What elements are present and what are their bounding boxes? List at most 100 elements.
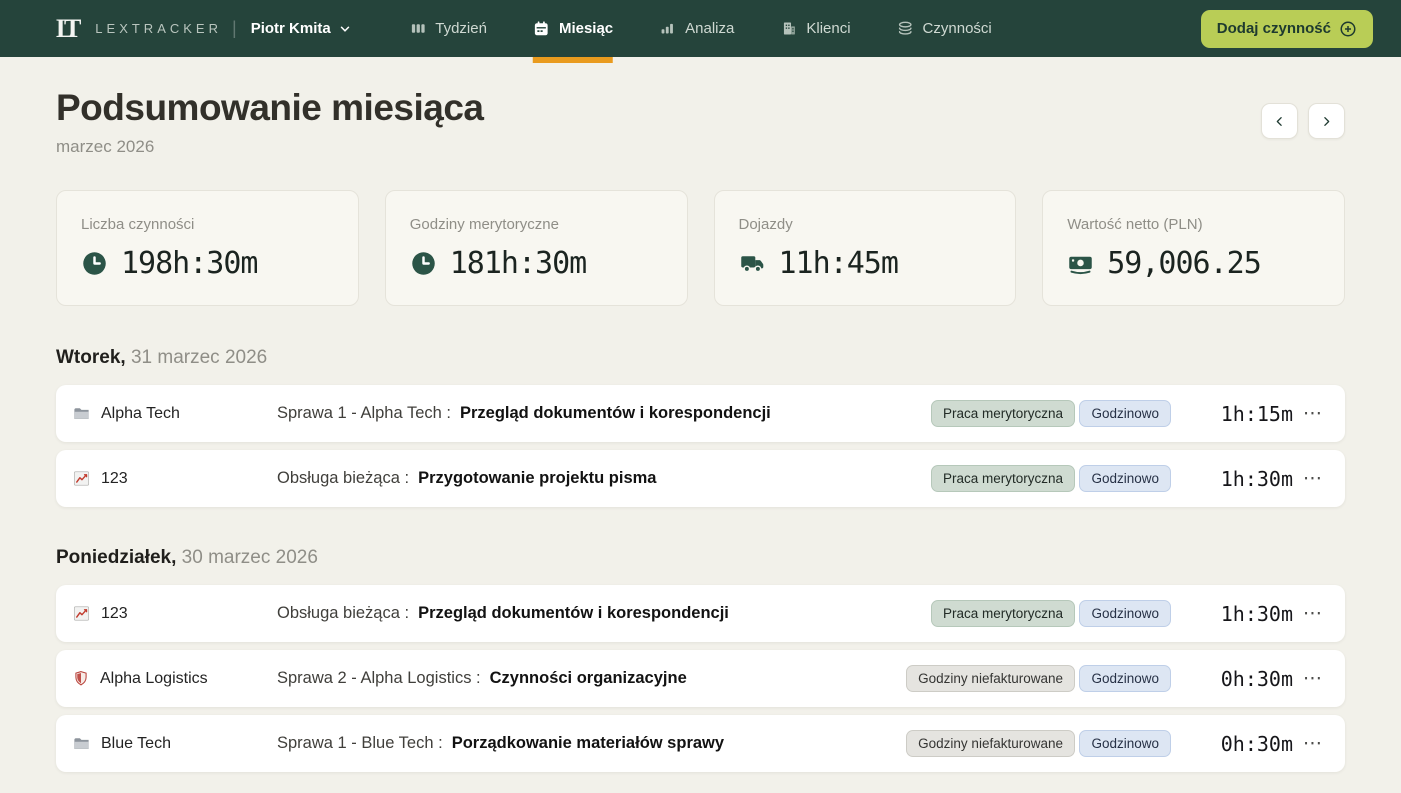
row-menu-button[interactable]: ⋯ — [1295, 669, 1331, 688]
case-label: Sprawa 2 - Alpha Logistics : — [277, 669, 481, 688]
stat-card-net-value: Wartość netto (PLN) 59,006.25 — [1042, 190, 1345, 306]
work-type-badge: Godziny niefakturowane — [906, 665, 1075, 692]
case-label: Sprawa 1 - Alpha Tech : — [277, 404, 451, 423]
duration: 0h:30m — [1171, 667, 1293, 691]
stat-card-activity-count: Liczba czynności 198h:30m — [56, 190, 359, 306]
building-icon — [780, 20, 797, 37]
nav-tab-miesiac[interactable]: Miesiąc — [533, 0, 613, 57]
nav-label: Analiza — [685, 20, 734, 37]
summary-stats: Liczba czynności 198h:30m Godziny meryto… — [56, 190, 1345, 306]
page-title: Podsumowanie miesiąca — [56, 87, 484, 129]
folder-icon — [72, 734, 91, 753]
chevron-left-icon — [1273, 115, 1286, 128]
stat-value: 198h:30m — [121, 246, 258, 281]
line-chart-icon — [72, 604, 91, 623]
day-date: 31 marzec 2026 — [131, 347, 267, 368]
logo-wordmark: LEXTRACKER — [95, 21, 222, 36]
activity-row[interactable]: Alpha Logistics Sprawa 2 - Alpha Logisti… — [56, 650, 1345, 707]
stat-card-billable-hours: Godziny merytoryczne 181h:30m — [385, 190, 688, 306]
day-name: Poniedziałek, — [56, 547, 176, 568]
stat-label: Wartość netto (PLN) — [1067, 216, 1320, 233]
stat-value: 181h:30m — [450, 246, 587, 281]
chevron-down-icon — [338, 22, 352, 36]
stat-value: 59,006.25 — [1107, 246, 1261, 281]
duration: 0h:30m — [1171, 732, 1293, 756]
work-type-badge: Praca merytoryczna — [931, 465, 1075, 492]
nav-label: Tydzień — [435, 20, 487, 37]
nav-label: Klienci — [806, 20, 850, 37]
stat-card-commutes: Dojazdy 11h:45m — [714, 190, 1017, 306]
previous-month-button[interactable] — [1261, 103, 1298, 139]
calendar-icon — [533, 20, 550, 37]
app-logo: LT LEXTRACKER — [56, 14, 222, 44]
month-subtitle: marzec 2026 — [56, 137, 484, 157]
banknote-icon — [1067, 250, 1094, 277]
activity-row[interactable]: Blue Tech Sprawa 1 - Blue Tech : Porządk… — [56, 715, 1345, 772]
next-month-button[interactable] — [1308, 103, 1345, 139]
billing-type-badge: Godzinowo — [1079, 730, 1171, 757]
stat-label: Godziny merytoryczne — [410, 216, 663, 233]
client-name: Alpha Tech — [101, 405, 180, 423]
top-navigation-bar: LT LEXTRACKER | Piotr Kmita Tydzień Mies… — [0, 0, 1401, 57]
month-pager — [1261, 103, 1345, 139]
day-heading: Wtorek, 31 marzec 2026 — [56, 347, 1345, 369]
activity-row[interactable]: 123 Obsługa bieżąca : Przygotowanie proj… — [56, 450, 1345, 507]
client-name: 123 — [101, 470, 128, 488]
billing-type-badge: Godzinowo — [1079, 465, 1171, 492]
truck-icon — [739, 250, 766, 277]
case-label: Obsługa bieżąca : — [277, 469, 409, 488]
nav-label: Czynności — [923, 20, 992, 37]
work-type-badge: Praca merytoryczna — [931, 400, 1075, 427]
nav-tab-klienci[interactable]: Klienci — [780, 0, 850, 57]
day-date: 30 marzec 2026 — [182, 547, 318, 568]
row-menu-button[interactable]: ⋯ — [1295, 404, 1331, 423]
main-nav: Tydzień Miesiąc Analiza Klienci Czynnośc… — [409, 0, 992, 57]
stat-label: Liczba czynności — [81, 216, 334, 233]
nav-tab-tydzien[interactable]: Tydzień — [409, 0, 487, 57]
user-menu[interactable]: Piotr Kmita — [251, 20, 352, 37]
billing-type-badge: Godzinowo — [1079, 665, 1171, 692]
duration: 1h:30m — [1171, 467, 1293, 491]
work-type-badge: Praca merytoryczna — [931, 600, 1075, 627]
activity-name: Przegląd dokumentów i korespondencji — [418, 604, 729, 623]
activity-name: Czynności organizacyjne — [490, 669, 687, 688]
activity-name: Przygotowanie projektu pisma — [418, 469, 656, 488]
nav-tab-analiza[interactable]: Analiza — [659, 0, 734, 57]
week-columns-icon — [409, 20, 426, 37]
row-menu-button[interactable]: ⋯ — [1295, 734, 1331, 753]
line-chart-icon — [72, 469, 91, 488]
header-divider: | — [232, 18, 237, 39]
case-label: Sprawa 1 - Blue Tech : — [277, 734, 443, 753]
plus-circle-icon — [1339, 20, 1357, 38]
bar-chart-icon — [659, 20, 676, 37]
nav-label: Miesiąc — [559, 20, 613, 37]
duration: 1h:30m — [1171, 602, 1293, 626]
add-activity-label: Dodaj czynność — [1217, 20, 1331, 37]
month-summary-page: Podsumowanie miesiąca marzec 2026 Liczba… — [0, 57, 1401, 793]
add-activity-button[interactable]: Dodaj czynność — [1201, 10, 1373, 48]
activity-row[interactable]: Alpha Tech Sprawa 1 - Alpha Tech : Przeg… — [56, 385, 1345, 442]
client-name: 123 — [101, 605, 128, 623]
logo-mark: LT — [56, 14, 81, 44]
billing-type-badge: Godzinowo — [1079, 600, 1171, 627]
user-name: Piotr Kmita — [251, 20, 331, 37]
stat-label: Dojazdy — [739, 216, 992, 233]
clock-icon — [81, 250, 108, 277]
row-menu-button[interactable]: ⋯ — [1295, 604, 1331, 623]
folder-icon — [72, 404, 91, 423]
activity-name: Porządkowanie materiałów sprawy — [452, 734, 724, 753]
client-name: Alpha Logistics — [100, 670, 208, 688]
day-heading: Poniedziałek, 30 marzec 2026 — [56, 547, 1345, 569]
stack-icon — [897, 20, 914, 37]
work-type-badge: Godziny niefakturowane — [906, 730, 1075, 757]
duration: 1h:15m — [1171, 402, 1293, 426]
case-label: Obsługa bieżąca : — [277, 604, 409, 623]
day-name: Wtorek, — [56, 347, 126, 368]
row-menu-button[interactable]: ⋯ — [1295, 469, 1331, 488]
activity-name: Przegląd dokumentów i korespondencji — [460, 404, 771, 423]
activity-row[interactable]: 123 Obsługa bieżąca : Przegląd dokumentó… — [56, 585, 1345, 642]
stat-value: 11h:45m — [779, 246, 898, 281]
clock-icon — [410, 250, 437, 277]
chevron-right-icon — [1320, 115, 1333, 128]
nav-tab-czynnosci[interactable]: Czynności — [897, 0, 992, 57]
